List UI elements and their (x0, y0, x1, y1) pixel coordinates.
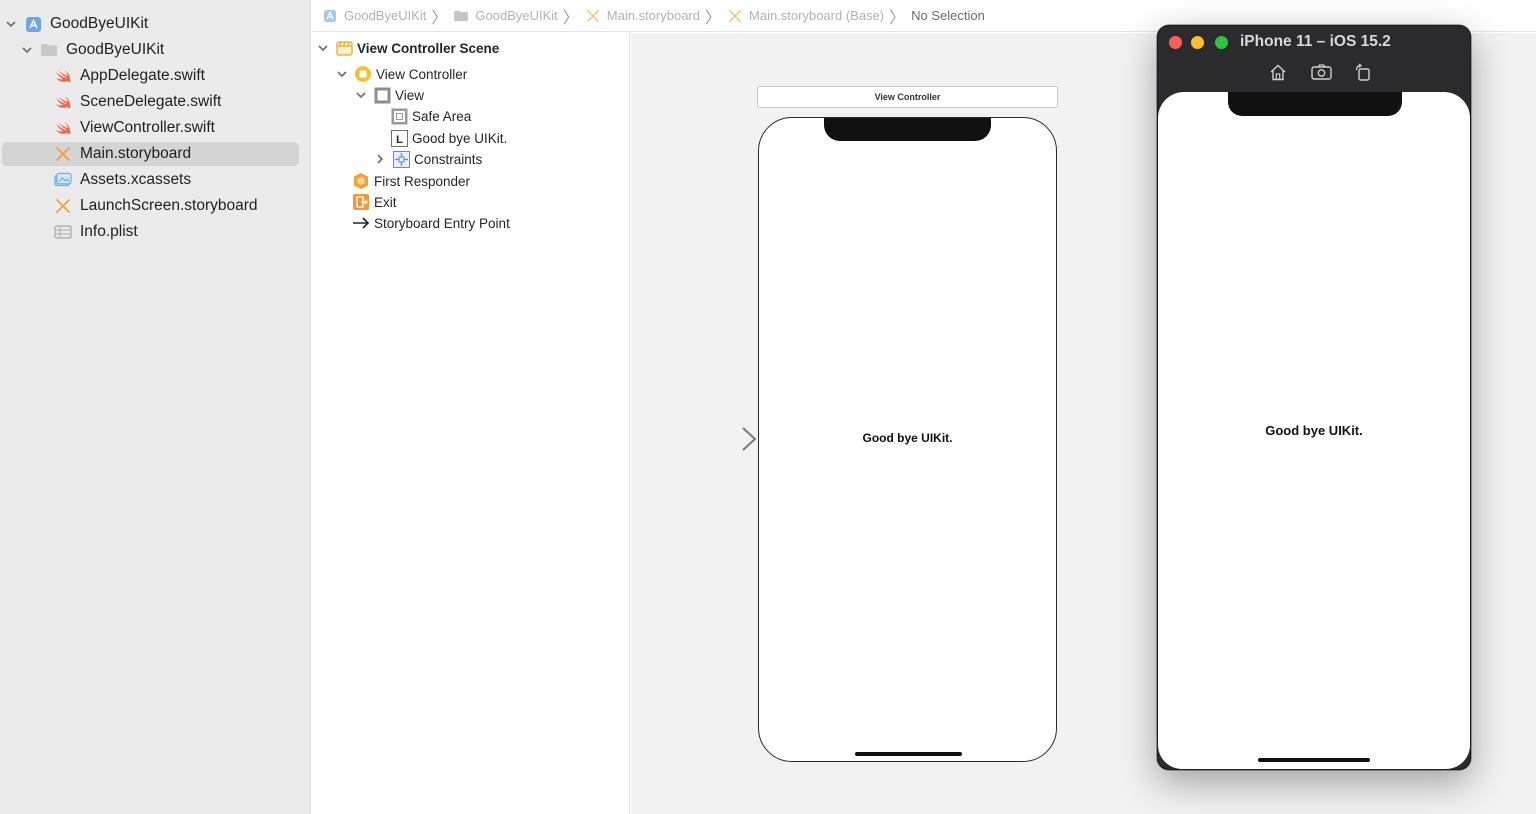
document-outline: View Controller Scene View Controller Vi… (312, 33, 630, 814)
xcode-project-icon (24, 16, 42, 32)
close-button[interactable] (1169, 36, 1182, 49)
navigator-item-label: GoodByeUIKit (50, 15, 149, 32)
navigator-item-label: Assets.xcassets (80, 171, 192, 188)
outline-item-view-controller[interactable]: View Controller (335, 64, 467, 84)
swift-file-icon (54, 94, 72, 110)
storyboard-file-icon (54, 146, 72, 162)
svg-text:L: L (396, 134, 403, 146)
outline-item-first-responder[interactable]: First Responder (352, 171, 470, 191)
storyboard-file-icon (727, 9, 743, 23)
chevron-down-icon[interactable] (335, 67, 349, 81)
xcode-project-icon (322, 9, 338, 23)
exit-icon (352, 193, 370, 211)
label-icon: L (390, 129, 408, 147)
navigator-item-label: GoodByeUIKit (66, 41, 165, 58)
good-bye-label: Good bye UIKit. (1265, 423, 1363, 438)
navigator-item-label: Info.plist (80, 223, 138, 240)
chevron-down-icon[interactable] (354, 88, 368, 102)
outline-item-safe-area[interactable]: Safe Area (390, 106, 471, 126)
view-icon (373, 86, 391, 104)
simulator-screen[interactable]: Good bye UIKit. (1158, 92, 1470, 769)
safe-area-icon (390, 107, 408, 125)
simulator-titlebar: iPhone 11 – iOS 15.2 (1158, 26, 1470, 92)
navigator-item-appdelegate[interactable]: AppDelegate.swift (54, 64, 205, 88)
navigator-item-launchscreen[interactable]: LaunchScreen.storyboard (54, 194, 258, 218)
chevron-right-icon: 〉 (431, 9, 448, 27)
device-notch (1228, 92, 1402, 116)
outline-item-constraints[interactable]: Constraints (373, 149, 482, 169)
navigator-item-scenedelegate[interactable]: SceneDelegate.swift (54, 90, 221, 114)
chevron-right-icon: 〉 (562, 9, 579, 27)
device-notch (824, 118, 991, 141)
outline-item-label[interactable]: L Good bye UIKit. (390, 128, 507, 148)
screenshot-icon[interactable] (1310, 62, 1332, 82)
navigator-item-infoplist[interactable]: Info.plist (54, 220, 138, 244)
xcode-window: GoodByeUIKit GoodByeUIKit AppDelegate.sw… (0, 0, 1536, 814)
plist-file-icon (54, 224, 72, 240)
constraints-icon (392, 150, 410, 168)
breadcrumb-localization[interactable]: Main.storyboard (Base) (727, 8, 884, 23)
good-bye-label[interactable]: Good bye UIKit. (759, 431, 1056, 445)
breadcrumb-group[interactable]: GoodByeUIKit (453, 8, 558, 23)
chevron-right-icon: 〉 (889, 9, 906, 27)
navigator-item-label: LaunchScreen.storyboard (80, 197, 258, 214)
entry-point-arrow-icon[interactable] (686, 427, 758, 453)
storyboard-file-icon (585, 9, 601, 23)
scene-dock-title[interactable]: View Controller (757, 86, 1058, 108)
chevron-down-icon[interactable] (4, 17, 18, 31)
folder-icon (453, 9, 469, 23)
swift-file-icon (54, 68, 72, 84)
outline-item-view[interactable]: View (354, 85, 424, 105)
chevron-down-icon[interactable] (20, 43, 34, 57)
navigator-item-label: ViewController.swift (80, 119, 215, 136)
zoom-button[interactable] (1215, 36, 1228, 49)
simulator-window: iPhone 11 – iOS 15.2 Good bye UIKit. (1157, 25, 1471, 770)
scene-icon (335, 39, 353, 57)
asset-catalog-icon (54, 172, 72, 188)
simulator-title: iPhone 11 – iOS 15.2 (1240, 33, 1391, 50)
swift-file-icon (54, 120, 72, 136)
first-responder-icon (352, 172, 370, 190)
outline-item-entry-point[interactable]: Storyboard Entry Point (352, 213, 510, 233)
view-controller-icon (354, 65, 372, 83)
entry-point-arrow-icon (352, 214, 370, 232)
breadcrumb-file[interactable]: Main.storyboard (585, 8, 700, 23)
chevron-right-icon: 〉 (705, 9, 722, 27)
home-indicator[interactable] (1258, 758, 1370, 762)
chevron-down-icon[interactable] (316, 41, 330, 55)
rotate-icon[interactable] (1352, 62, 1374, 82)
navigator-item-project[interactable]: GoodByeUIKit (4, 12, 148, 36)
breadcrumb-project[interactable]: GoodByeUIKit (322, 8, 426, 23)
minimize-button[interactable] (1191, 36, 1204, 49)
navigator-item-group[interactable]: GoodByeUIKit (20, 38, 164, 62)
outline-item-exit[interactable]: Exit (352, 192, 397, 212)
folder-icon (40, 42, 58, 58)
navigator-item-main-storyboard[interactable]: Main.storyboard (2, 142, 299, 166)
navigator-item-label: SceneDelegate.swift (80, 93, 222, 110)
project-navigator: GoodByeUIKit GoodByeUIKit AppDelegate.sw… (0, 0, 311, 814)
navigator-item-assets[interactable]: Assets.xcassets (54, 168, 191, 192)
breadcrumb-selection[interactable]: No Selection (911, 8, 985, 23)
navigator-item-viewcontroller[interactable]: ViewController.swift (54, 116, 215, 140)
chevron-right-icon[interactable] (373, 152, 387, 166)
storyboard-file-icon (54, 198, 72, 214)
home-icon[interactable] (1267, 62, 1289, 82)
navigator-item-label: AppDelegate.swift (80, 67, 205, 84)
home-indicator (855, 752, 962, 756)
navigator-item-label: Main.storyboard (80, 145, 192, 162)
outline-item-scene[interactable]: View Controller Scene (316, 38, 499, 58)
view-controller-canvas[interactable]: Good bye UIKit. (758, 117, 1057, 762)
